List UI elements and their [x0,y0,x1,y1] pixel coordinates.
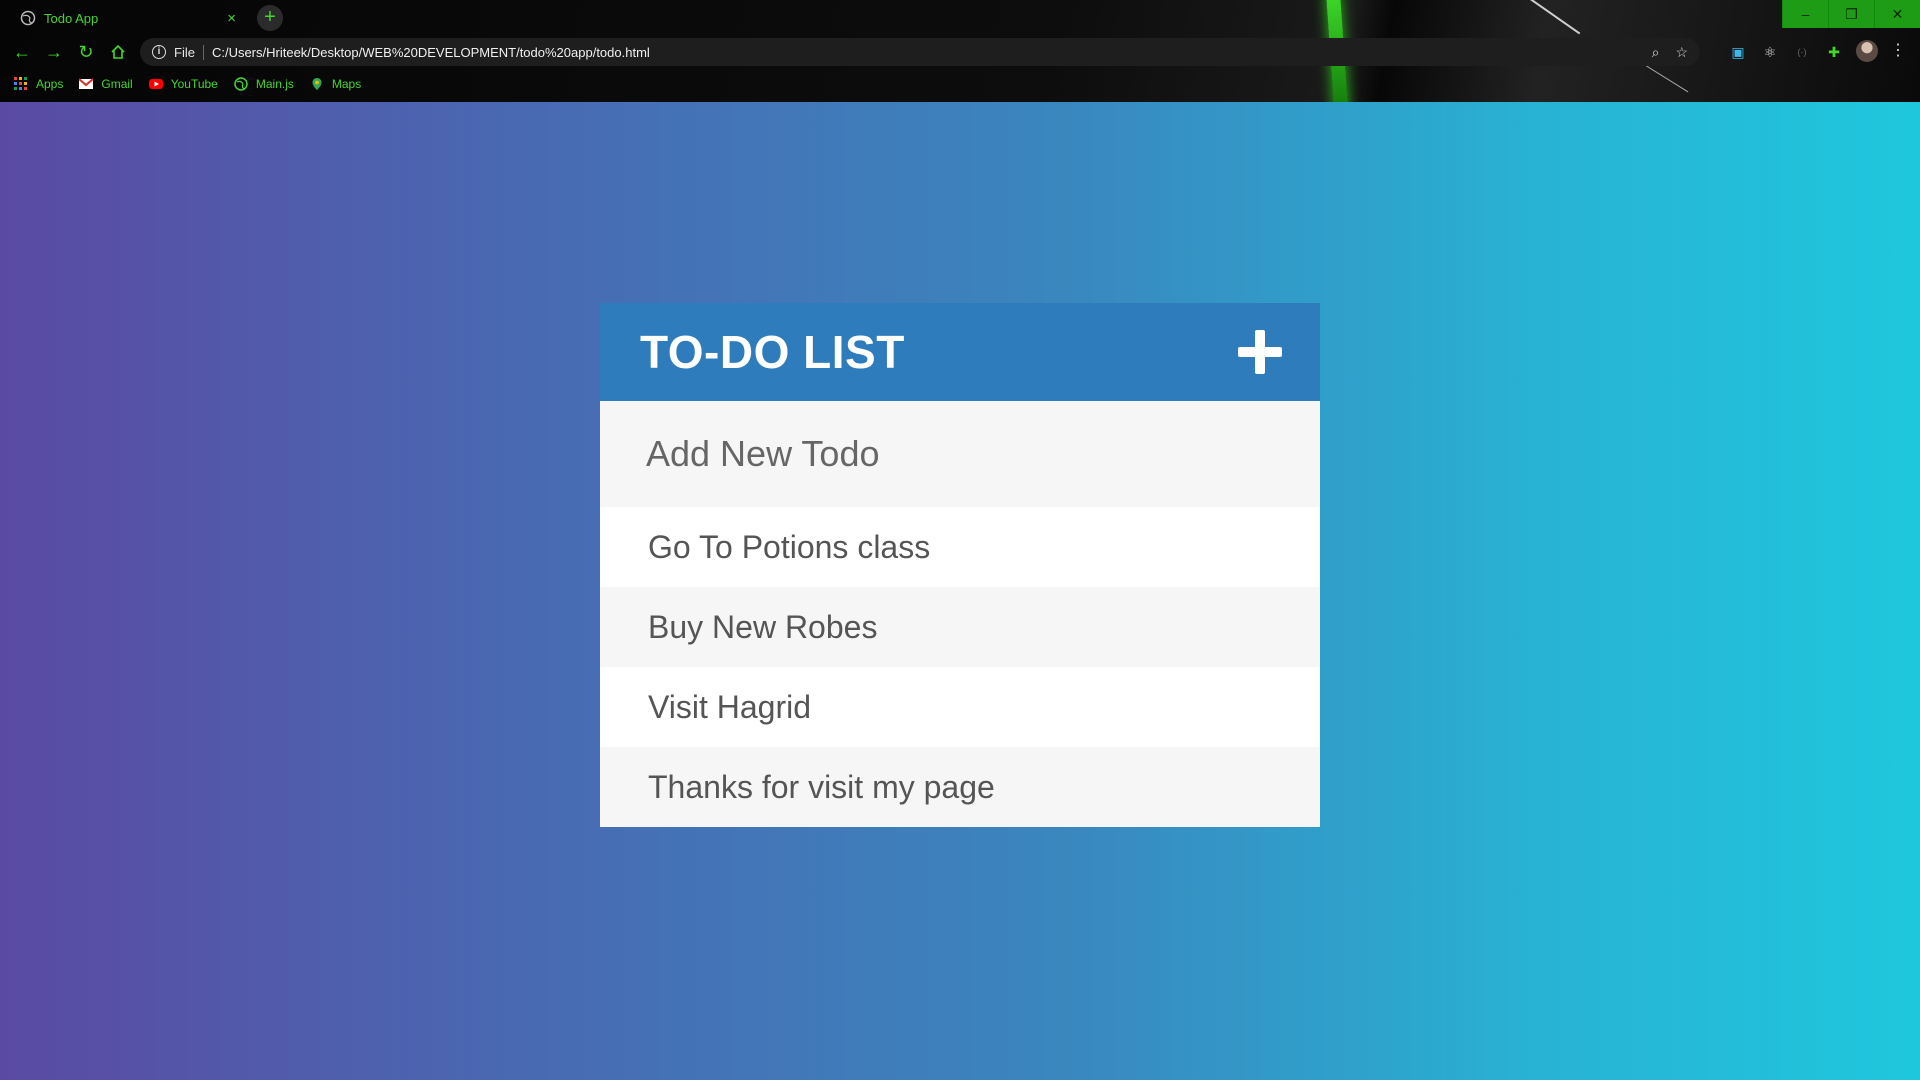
maps-pin-icon [310,77,324,91]
browser-toolbar: ← → ↻ i File C:/Users/Hriteek/Desktop/WE… [0,34,1920,70]
bookmark-apps[interactable]: Apps [14,77,63,91]
gmail-icon [78,77,95,91]
bookmark-label: Gmail [101,77,133,91]
extension-translate-icon[interactable]: ▣ [1728,42,1748,62]
home-icon[interactable] [106,40,130,64]
forward-arrow-icon[interactable]: → [42,40,66,64]
window-controls: – ❐ ✕ [1782,0,1920,28]
extension-react-icon[interactable]: ⚛ [1760,42,1780,62]
tab-strip: Todo App × + – ❐ ✕ [0,0,1920,34]
page-background: TO-DO LIST Go To Potions class Buy New R… [0,102,1920,1080]
extensions-puzzle-icon[interactable]: ✚ [1824,42,1844,62]
todo-item[interactable]: Go To Potions class [600,507,1320,587]
globe-icon [234,77,248,91]
apps-grid-icon [14,77,28,91]
bookmark-label: Apps [36,77,64,91]
bookmark-maps[interactable]: Maps [310,77,361,91]
minimize-button[interactable]: – [1782,0,1828,28]
bookmark-gmail[interactable]: Gmail [78,77,133,91]
todo-header: TO-DO LIST [600,303,1320,401]
reload-icon[interactable]: ↻ [74,40,98,64]
add-todo-button[interactable] [1238,330,1282,374]
info-icon[interactable]: i [152,45,166,59]
new-todo-input[interactable] [600,401,1320,507]
restore-button[interactable]: ❐ [1828,0,1874,28]
bookmark-star-icon[interactable]: ☆ [1675,44,1688,61]
profile-avatar[interactable] [1856,40,1878,62]
close-window-button[interactable]: ✕ [1874,0,1920,28]
address-bar[interactable]: i File C:/Users/Hriteek/Desktop/WEB%20DE… [140,38,1700,66]
bookmark-label: Maps [331,77,362,91]
todo-item[interactable]: Visit Hagrid [600,667,1320,747]
bookmark-label: Main.js [255,77,294,91]
todo-list: Go To Potions class Buy New Robes Visit … [600,507,1320,827]
youtube-icon [148,77,163,91]
bookmark-mainjs[interactable]: Main.js [234,77,294,91]
bookmarks-bar: Apps Gmail YouTube Main.js Maps [0,72,1920,96]
menu-dots-icon[interactable]: ⋮ [1890,40,1906,62]
globe-icon [20,10,36,26]
url-scheme: File [174,44,204,60]
url-text[interactable]: C:/Users/Hriteek/Desktop/WEB%20DEVELOPME… [212,45,1636,60]
extension-inactive-icon[interactable]: (·) [1792,42,1812,62]
close-icon[interactable]: × [227,10,236,27]
page-title: TO-DO LIST [640,326,905,378]
browser-chrome: Todo App × + – ❐ ✕ ← → ↻ i File C:/Users… [0,0,1920,102]
todo-item[interactable]: Buy New Robes [600,587,1320,667]
tab-title: Todo App [44,10,99,26]
todo-card: TO-DO LIST Go To Potions class Buy New R… [600,303,1320,827]
tab-todo-app[interactable]: Todo App × [8,2,246,34]
zoom-icon[interactable]: ⌕ [1652,44,1660,61]
new-tab-button[interactable]: + [257,5,283,31]
back-arrow-icon[interactable]: ← [10,40,34,64]
bookmark-label: YouTube [170,77,218,91]
bookmark-youtube[interactable]: YouTube [148,77,218,91]
todo-item[interactable]: Thanks for visit my page [600,747,1320,827]
